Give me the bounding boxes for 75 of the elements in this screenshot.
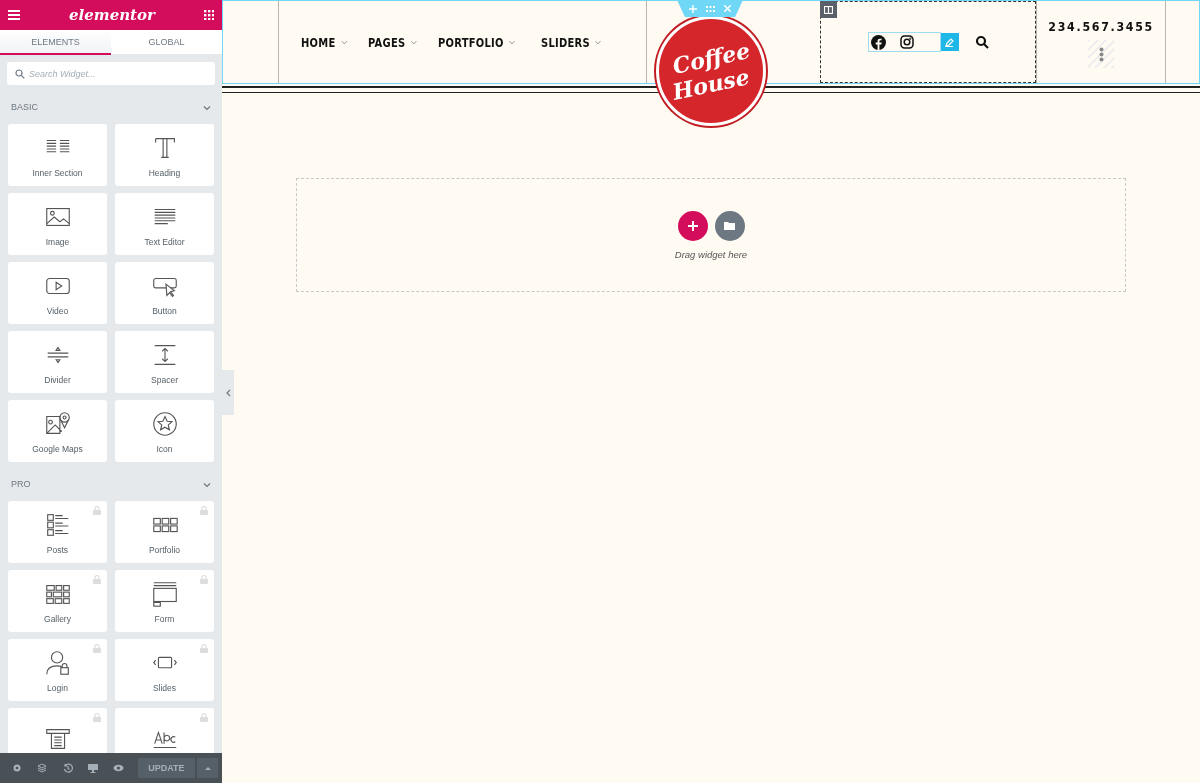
widget-tile[interactable]: Image — [8, 193, 107, 255]
widget-label: Divider — [44, 374, 71, 385]
widget-tile[interactable]: Heading — [115, 124, 214, 186]
caret-button[interactable] — [197, 758, 218, 778]
widget-tile[interactable] — [8, 708, 107, 753]
history-icon[interactable] — [62, 763, 73, 773]
chevron-icon[interactable] — [203, 104, 211, 112]
widget-label: Icon — [156, 443, 173, 454]
layers-icon[interactable] — [37, 763, 48, 773]
widget-tile[interactable]: Text Editor — [115, 193, 214, 255]
column-handle[interactable] — [820, 1, 837, 18]
nav-link[interactable]: PAGES — [367, 34, 405, 50]
widget-tile[interactable]: Icon — [115, 400, 214, 462]
menu-icon[interactable] — [8, 10, 20, 20]
widget-tile[interactable]: Gallery — [8, 570, 107, 632]
widget-label: Gallery — [44, 613, 71, 624]
settings-icon[interactable] — [11, 763, 22, 773]
category-title: PRO — [11, 479, 31, 489]
widget-label: Form — [154, 613, 175, 624]
widget-tile[interactable]: Inner Section — [8, 124, 107, 186]
widget-tile[interactable]: Login — [8, 639, 107, 701]
folder-icon — [724, 221, 735, 230]
chevron-icon[interactable] — [203, 481, 211, 489]
widget-tile[interactable]: Divider — [8, 331, 107, 393]
category-title: BASIC — [11, 102, 38, 112]
chevron-icon[interactable] — [594, 39, 602, 45]
eye-icon[interactable] — [113, 764, 125, 772]
more-icon[interactable] — [1098, 46, 1104, 62]
widget-tile[interactable]: Form — [115, 570, 214, 632]
nav-link[interactable]: SLIDERS — [540, 34, 590, 50]
chevron-icon[interactable] — [410, 39, 417, 45]
chevron-left-icon — [225, 388, 231, 397]
widget-label: Text Editor — [144, 236, 185, 247]
grid-icon[interactable] — [204, 10, 214, 20]
widget-label: Heading — [148, 167, 181, 178]
phone-number: 234.567.3455 — [1048, 19, 1154, 34]
widget-label: Button — [152, 305, 177, 316]
drop-zone[interactable]: Drag widget here — [296, 178, 1126, 292]
widget-label: Video — [46, 305, 69, 316]
desktop-icon[interactable] — [88, 763, 99, 773]
widget-tile[interactable]: Slides — [115, 639, 214, 701]
collapse-handle[interactable] — [222, 370, 234, 415]
widget-tile[interactable]: Video — [8, 262, 107, 324]
nav-link[interactable]: HOME — [301, 34, 336, 50]
app-logo: elementor — [69, 6, 155, 24]
pencil-icon — [945, 37, 954, 47]
widget-label: Inner Section — [32, 167, 83, 178]
nav-link[interactable]: PORTFOLIO — [437, 34, 504, 50]
chevron-icon[interactable] — [340, 39, 348, 45]
widget-label: Image — [45, 236, 70, 247]
template-button[interactable] — [714, 210, 745, 241]
drop-hint: Drag widget here — [674, 248, 748, 260]
coffee-house-logo[interactable]: Coffee House — [656, 16, 766, 126]
search-icon[interactable] — [974, 35, 989, 49]
widget-label: Portfolio — [148, 544, 181, 555]
widget-tile[interactable]: Posts — [8, 501, 107, 563]
widget-label: Google Maps — [32, 443, 83, 454]
search-field[interactable]: Search Widget... — [7, 62, 215, 85]
chevron-icon[interactable] — [508, 39, 516, 45]
widget-label: Login — [47, 682, 68, 693]
instagram-icon[interactable] — [899, 35, 914, 49]
plus-icon — [687, 220, 698, 231]
widget-tile[interactable] — [115, 708, 214, 753]
widget-tile[interactable]: Button — [115, 262, 214, 324]
widget-placeholder[interactable] — [1088, 40, 1114, 68]
add-section-button[interactable] — [677, 210, 708, 241]
widget-tile[interactable]: Spacer — [115, 331, 214, 393]
facebook-icon[interactable] — [870, 34, 886, 50]
widget-label: Slides — [152, 682, 177, 693]
widget-label: Spacer — [151, 374, 178, 385]
widget-tile[interactable]: Portfolio — [115, 501, 214, 563]
widget-tile[interactable]: Google Maps — [8, 400, 107, 462]
caret-icon — [204, 766, 211, 770]
widget-label: Posts — [46, 544, 69, 555]
search-icon — [15, 68, 25, 79]
